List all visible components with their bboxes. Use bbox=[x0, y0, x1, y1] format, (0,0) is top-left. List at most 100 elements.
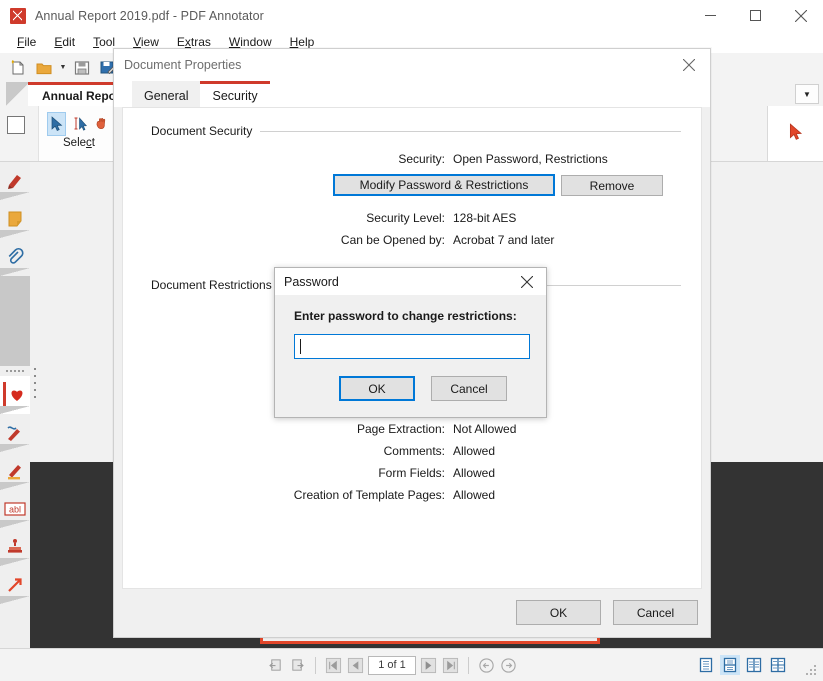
open-dropdown-caret-icon[interactable]: ▼ bbox=[58, 56, 68, 80]
rail-fold bbox=[0, 230, 30, 238]
password-ok-button[interactable]: OK bbox=[339, 376, 415, 401]
save-icon[interactable] bbox=[70, 56, 94, 80]
dialog-footer: OK Cancel bbox=[516, 600, 698, 625]
menu-edit[interactable]: Edit bbox=[45, 32, 84, 52]
statusbar-separator bbox=[315, 657, 316, 674]
password-ok-label: OK bbox=[368, 382, 385, 396]
maximize-icon[interactable] bbox=[733, 0, 778, 31]
tabstrip-corner bbox=[6, 82, 30, 106]
ribbon-overflow-caret-icon[interactable]: ▼ bbox=[795, 84, 819, 104]
can-be-opened-by-value: Acrobat 7 and later bbox=[453, 233, 554, 247]
security-value: Open Password, Restrictions bbox=[453, 152, 608, 166]
restriction-value-comments-row: Allowed bbox=[453, 444, 495, 458]
password-prompt-label: Enter password to change restrictions: bbox=[294, 309, 517, 323]
pdf-annotator-logo-icon bbox=[10, 8, 26, 24]
restriction-value-template-pages: Allowed bbox=[453, 488, 495, 502]
stamp-tool-icon[interactable] bbox=[0, 528, 30, 566]
arrow-shape-tool-icon[interactable] bbox=[0, 566, 30, 604]
security-label: Security: bbox=[398, 152, 445, 166]
first-page-icon[interactable] bbox=[324, 656, 343, 675]
restriction-label-form-fields: Form Fields: bbox=[378, 466, 445, 480]
pen-blue-tool-icon[interactable] bbox=[0, 414, 30, 452]
open-document-icon[interactable] bbox=[32, 56, 56, 80]
tab-general-label: General bbox=[144, 89, 188, 103]
back-icon[interactable] bbox=[477, 656, 496, 675]
security-level-value-row: 128-bit AES bbox=[453, 211, 516, 225]
rail-fold bbox=[0, 192, 30, 200]
modify-button-label: Modify Password & Restrictions bbox=[360, 178, 529, 192]
rail-fold bbox=[0, 268, 30, 276]
password-dialog-close-icon[interactable] bbox=[508, 268, 546, 295]
view-mode-buttons bbox=[696, 655, 788, 675]
password-input[interactable] bbox=[294, 334, 530, 359]
svg-text:abl: abl bbox=[9, 505, 21, 515]
rail-fold bbox=[0, 482, 30, 490]
resize-grip-icon[interactable] bbox=[806, 665, 818, 677]
ribbon-checkbox[interactable] bbox=[7, 116, 25, 134]
restriction-value-comments: Allowed bbox=[453, 444, 495, 458]
rail-fold bbox=[0, 444, 30, 452]
document-security-title: Document Security bbox=[151, 124, 252, 138]
previous-page-icon[interactable] bbox=[346, 656, 365, 675]
close-icon[interactable] bbox=[778, 0, 823, 31]
rail-fold bbox=[0, 596, 30, 604]
ribbon-group-label: Select bbox=[39, 137, 119, 149]
textbox-tool-icon[interactable]: abl bbox=[0, 490, 30, 528]
rail-dots bbox=[0, 366, 30, 376]
forward-icon[interactable] bbox=[499, 656, 518, 675]
continuous-page-view-icon[interactable] bbox=[720, 655, 740, 675]
menu-file[interactable]: File bbox=[8, 32, 45, 52]
sticky-note-tool-icon[interactable] bbox=[0, 200, 30, 238]
two-page-view-icon[interactable] bbox=[744, 655, 764, 675]
password-cancel-button[interactable]: Cancel bbox=[431, 376, 507, 401]
remove-security-button[interactable]: Remove bbox=[561, 175, 663, 196]
restriction-value-form-fields: Allowed bbox=[453, 466, 495, 480]
previous-view-icon[interactable] bbox=[266, 656, 285, 675]
next-view-icon[interactable] bbox=[288, 656, 307, 675]
modify-password-restrictions-button[interactable]: Modify Password & Restrictions bbox=[333, 174, 555, 196]
restriction-row-page-extraction: Page Extraction: bbox=[123, 422, 445, 436]
restriction-label-template-pages: Creation of Template Pages: bbox=[294, 488, 445, 502]
minimize-icon[interactable] bbox=[688, 0, 733, 31]
rail-fold bbox=[0, 520, 30, 528]
arrow-cursor-icon[interactable] bbox=[787, 123, 805, 144]
rail-spacer bbox=[0, 276, 30, 366]
ribbon-select-tools bbox=[39, 106, 119, 136]
restriction-value-page-extraction-row: Not Allowed bbox=[453, 422, 516, 436]
window-title: Annual Report 2019.pdf - PDF Annotator bbox=[35, 9, 264, 23]
next-page-icon[interactable] bbox=[419, 656, 438, 675]
new-document-icon[interactable] bbox=[6, 56, 30, 80]
last-page-icon[interactable] bbox=[441, 656, 460, 675]
dialog-close-icon[interactable] bbox=[668, 49, 710, 81]
dialog-cancel-button[interactable]: Cancel bbox=[613, 600, 698, 625]
paperclip-attachment-tool-icon[interactable] bbox=[0, 238, 30, 276]
two-page-continuous-view-icon[interactable] bbox=[768, 655, 788, 675]
password-dialog-titlebar: Password bbox=[275, 268, 546, 295]
tab-security[interactable]: Security bbox=[200, 81, 269, 107]
window-controls bbox=[688, 0, 823, 31]
page-navigation: 1 of 1 bbox=[266, 656, 518, 675]
security-level-row: Security Level: bbox=[123, 211, 445, 225]
marker-tool-icon[interactable] bbox=[0, 162, 30, 200]
dialog-tabs-tail bbox=[270, 81, 292, 107]
group-divider bbox=[260, 131, 681, 132]
arrow-select-icon[interactable] bbox=[47, 112, 66, 136]
password-dialog-title: Password bbox=[284, 275, 339, 289]
security-field-row: Security: bbox=[123, 152, 445, 166]
statusbar-separator bbox=[468, 657, 469, 674]
rail-resize-grip[interactable] bbox=[31, 368, 39, 398]
security-level-value: 128-bit AES bbox=[453, 211, 516, 225]
tool-rail: abl bbox=[0, 162, 30, 648]
single-page-view-icon[interactable] bbox=[696, 655, 716, 675]
highlighter-tool-icon[interactable] bbox=[0, 452, 30, 490]
can-be-opened-by-label: Can be Opened by: bbox=[341, 233, 445, 247]
page-indicator[interactable]: 1 of 1 bbox=[368, 656, 416, 675]
security-level-label: Security Level: bbox=[366, 211, 445, 225]
dialog-ok-button[interactable]: OK bbox=[516, 600, 601, 625]
favorite-heart-tool-icon[interactable] bbox=[0, 376, 30, 414]
document-security-group: Document Security bbox=[151, 124, 681, 138]
hand-pan-icon[interactable] bbox=[93, 112, 111, 136]
text-select-icon[interactable] bbox=[70, 112, 88, 136]
tab-general[interactable]: General bbox=[132, 81, 200, 107]
ribbon-group-select: Select bbox=[38, 106, 120, 161]
